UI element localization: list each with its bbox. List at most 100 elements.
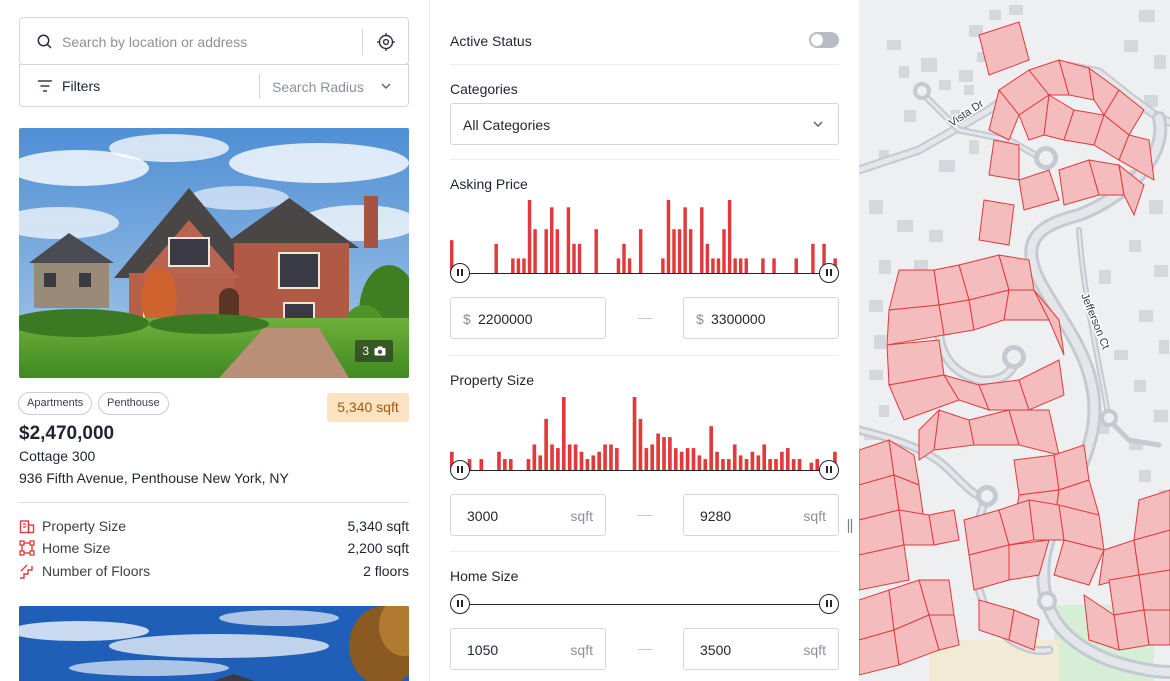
- home-size-label: Home Size: [450, 568, 519, 584]
- panel-resize-handle[interactable]: [847, 519, 853, 533]
- home-size-min-input[interactable]: 1050 sqft: [450, 628, 606, 670]
- property-size-histogram-bar: [561, 397, 566, 470]
- property-size-histogram-bar: [750, 451, 755, 470]
- asking-price-histogram-bar: [622, 243, 626, 273]
- property-size-slider-track[interactable]: [450, 470, 839, 471]
- asking-price-histogram: [450, 200, 837, 273]
- map-view[interactable]: Vista Dr Jefferson Ct: [859, 0, 1170, 681]
- property-size-histogram-bar: [727, 459, 731, 470]
- asking-price-histogram-bar: [572, 243, 576, 273]
- property-size-max-handle[interactable]: [819, 460, 839, 480]
- search-input[interactable]: [62, 30, 352, 54]
- asking-price-histogram-bar: [683, 207, 687, 273]
- asking-price-slider-track[interactable]: [450, 273, 839, 274]
- asking-price-histogram-bar: [722, 229, 726, 273]
- asking-price-histogram-bar: [727, 200, 732, 273]
- asking-price-histogram-bar: [516, 258, 521, 273]
- property-size-histogram-bar: [503, 459, 507, 470]
- asking-price-histogram-bar: [594, 229, 598, 273]
- property-size-histogram-bar: [756, 455, 761, 470]
- property-size-histogram-bar: [579, 451, 584, 470]
- unit-label: sqft: [803, 642, 826, 658]
- asking-price-label: Asking Price: [450, 176, 528, 192]
- property-size-histogram-bar: [603, 444, 607, 470]
- listing-photo[interactable]: 3: [19, 128, 409, 378]
- property-size-histogram-bar: [809, 462, 814, 470]
- asking-price-min-handle[interactable]: [450, 263, 470, 283]
- property-size-histogram-bar: [715, 451, 719, 470]
- asking-price-histogram-bar: [677, 229, 682, 273]
- range-separator: [638, 515, 652, 516]
- property-size-histogram-bar: [597, 451, 601, 470]
- asking-price-max-input[interactable]: $ 3300000: [683, 297, 839, 339]
- asking-price-max-value: 3300000: [711, 311, 766, 327]
- property-size-histogram-bar: [638, 418, 643, 470]
- active-status-toggle[interactable]: [809, 32, 839, 48]
- property-size-histogram-bar: [791, 459, 796, 470]
- property-size-histogram-bar: [632, 397, 637, 470]
- range-separator: [638, 649, 652, 650]
- categories-select[interactable]: All Categories: [450, 103, 839, 145]
- listing-title[interactable]: Cottage 300: [19, 448, 95, 464]
- property-size-histogram-bar: [656, 433, 660, 470]
- filters-divider: [259, 74, 260, 98]
- card-divider: [19, 502, 409, 503]
- property-size-histogram-bar: [526, 459, 531, 470]
- property-size-min-handle[interactable]: [450, 460, 470, 480]
- asking-price-histogram-bar: [533, 229, 537, 273]
- asking-price-max-handle[interactable]: [819, 263, 839, 283]
- filter-icon[interactable]: [37, 79, 53, 93]
- asking-price-histogram-bar: [744, 258, 748, 273]
- property-size-histogram-bar: [762, 444, 767, 470]
- property-size-histogram-bar: [544, 418, 548, 470]
- spec-floors: Number of Floors 2 floors: [19, 561, 409, 581]
- asking-price-histogram-bar: [544, 229, 548, 273]
- asking-price-histogram-bar: [794, 258, 798, 273]
- property-size-histogram-bar: [744, 459, 749, 470]
- property-size-histogram-bar: [738, 455, 743, 470]
- filters-button[interactable]: Filters: [62, 78, 100, 94]
- toggle-knob: [811, 34, 823, 46]
- asking-price-histogram-bar: [672, 229, 676, 273]
- search-radius-select[interactable]: Search Radius: [272, 79, 364, 95]
- property-size-histogram-bar: [679, 451, 684, 470]
- search-divider: [362, 29, 363, 55]
- home-size-max-input[interactable]: 3500 sqft: [683, 628, 839, 670]
- currency-symbol: $: [696, 311, 704, 327]
- home-size-slider-track[interactable]: [470, 604, 819, 605]
- size-badge: 5,340 sqft: [327, 393, 409, 422]
- photo-count-badge[interactable]: 3: [355, 340, 393, 362]
- camera-icon: [374, 346, 386, 356]
- chevron-down-icon[interactable]: [380, 81, 392, 91]
- property-size-label: Property Size: [450, 372, 535, 388]
- asking-price-histogram-bar: [700, 207, 704, 273]
- property-size-histogram-bar: [780, 451, 784, 470]
- property-size-histogram-bar: [673, 448, 678, 470]
- tag-penthouse[interactable]: Penthouse: [98, 392, 169, 415]
- property-size-histogram: [450, 397, 837, 470]
- asking-price-histogram-bar: [522, 258, 526, 273]
- property-size-histogram-bar: [662, 437, 666, 470]
- filters-bar: Filters Search Radius: [19, 64, 409, 107]
- map-canvas[interactable]: Vista Dr Jefferson Ct: [859, 0, 1170, 681]
- home-size-min-handle[interactable]: [450, 594, 470, 614]
- asking-price-min-value: 2200000: [478, 311, 533, 327]
- asking-price-histogram-bar: [772, 258, 776, 273]
- asking-price-histogram-bar: [733, 258, 737, 273]
- property-size-max-input[interactable]: 9280 sqft: [683, 494, 839, 536]
- locate-me-icon[interactable]: [376, 32, 396, 52]
- photo-count: 3: [362, 344, 369, 358]
- spec-home-size: Home Size 2,200 sqft: [19, 538, 409, 558]
- asking-price-histogram-bar: [661, 258, 665, 273]
- property-size-min-input[interactable]: 3000 sqft: [450, 494, 606, 536]
- asking-price-min-input[interactable]: $ 2200000: [450, 297, 606, 339]
- property-size-histogram-bar: [732, 444, 737, 470]
- asking-price-histogram-bar: [666, 200, 671, 273]
- chevron-down-icon: [813, 121, 823, 127]
- filter-panel: Active Status Categories All Categories …: [430, 0, 859, 681]
- home-size-max-handle[interactable]: [819, 594, 839, 614]
- spec-value: 5,340 sqft: [347, 518, 410, 534]
- listing-photo[interactable]: [19, 606, 409, 681]
- property-size-histogram-bar: [567, 444, 572, 470]
- tag-apartments[interactable]: Apartments: [18, 392, 93, 415]
